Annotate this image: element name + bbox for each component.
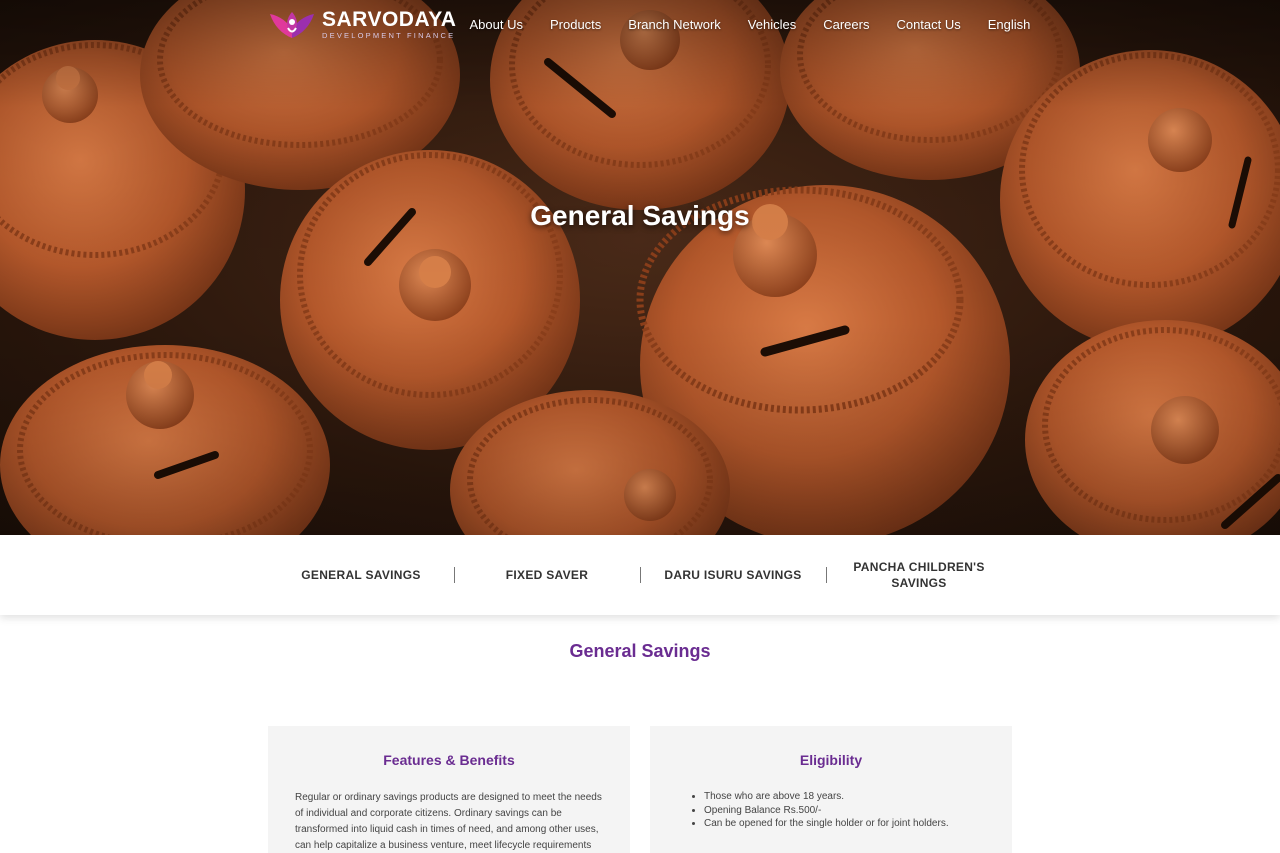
- tab-daru-isuru-savings[interactable]: DARU ISURU SAVINGS: [640, 535, 826, 615]
- main-nav: About Us Products Branch Network Vehicle…: [456, 17, 1044, 32]
- tab-fixed-saver[interactable]: FIXED SAVER: [454, 535, 640, 615]
- features-body: Regular or ordinary savings products are…: [295, 792, 602, 851]
- list-item: Opening Balance Rs.500/-: [704, 804, 994, 818]
- eligibility-card: Eligibility Those who are above 18 years…: [650, 726, 1012, 853]
- hero-banner: SARVODAYA DEVELOPMENT FINANCE About Us P…: [0, 0, 1280, 535]
- features-title: Features & Benefits: [383, 752, 515, 768]
- nav-contact-us[interactable]: Contact Us: [883, 17, 974, 32]
- nav-language[interactable]: English: [974, 17, 1044, 32]
- nav-careers[interactable]: Careers: [810, 17, 883, 32]
- lotus-logo-icon: [270, 12, 314, 38]
- tab-general-savings[interactable]: GENERAL SAVINGS: [268, 535, 454, 615]
- list-item: Can be opened for the single holder or f…: [704, 817, 994, 831]
- nav-vehicles[interactable]: Vehicles: [734, 17, 809, 32]
- section-title: General Savings: [569, 641, 711, 661]
- brand-name: SARVODAYA: [322, 7, 457, 31]
- nav-branch-network[interactable]: Branch Network: [615, 17, 734, 32]
- eligibility-list: Those who are above 18 years. Opening Ba…: [704, 790, 994, 831]
- eligibility-title: Eligibility: [799, 752, 863, 768]
- hero-overlay: [0, 0, 1280, 535]
- tab-pancha-childrens-savings[interactable]: PANCHA CHILDREN'S SAVINGS: [826, 535, 1012, 615]
- brand-logo[interactable]: SARVODAYA DEVELOPMENT FINANCE: [268, 8, 456, 40]
- features-card: Features & Benefits Regular or ordinary …: [268, 726, 630, 853]
- product-tabs: GENERAL SAVINGS FIXED SAVER DARU ISURU S…: [0, 535, 1280, 615]
- hero-title: General Savings: [530, 200, 750, 231]
- nav-about-us[interactable]: About Us: [456, 17, 536, 32]
- list-item: Those who are above 18 years.: [704, 790, 994, 804]
- nav-products[interactable]: Products: [536, 17, 614, 32]
- brand-tagline: DEVELOPMENT FINANCE: [322, 30, 456, 40]
